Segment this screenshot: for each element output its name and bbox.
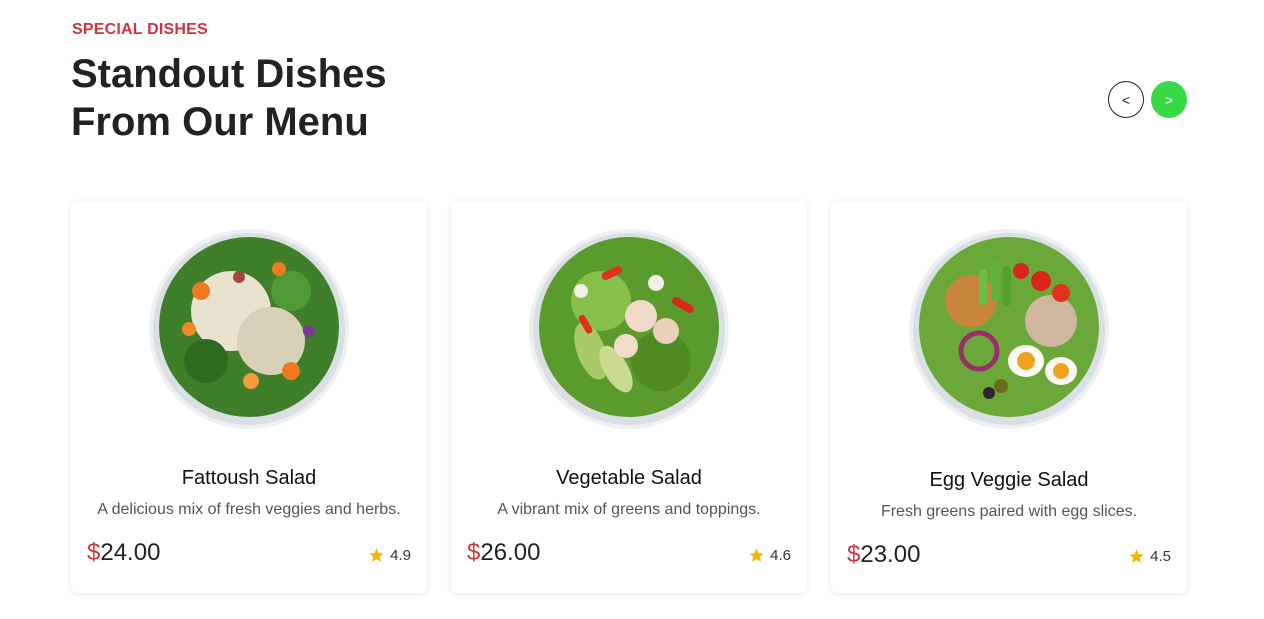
star-icon bbox=[369, 548, 384, 562]
section-eyebrow: SPECIAL DISHES bbox=[72, 21, 208, 38]
rating-value: 4.5 bbox=[1150, 548, 1171, 565]
carousel-next-button[interactable]: > bbox=[1151, 81, 1187, 118]
rating-value: 4.9 bbox=[390, 547, 411, 564]
price-currency: $ bbox=[87, 539, 101, 566]
carousel-prev-button[interactable]: < bbox=[1108, 81, 1144, 118]
dish-price: $23.00 bbox=[847, 541, 920, 569]
price-amount: 23.00 bbox=[860, 541, 921, 568]
section-title: Standout Dishes From Our Menu bbox=[71, 50, 387, 146]
dish-price: $26.00 bbox=[467, 539, 540, 567]
dish-name: Vegetable Salad bbox=[556, 467, 702, 489]
dish-card[interactable]: Vegetable Salad A vibrant mix of greens … bbox=[451, 201, 807, 593]
dish-image bbox=[909, 229, 1109, 429]
dish-rating: 4.6 bbox=[748, 547, 791, 564]
dish-card[interactable]: Egg Veggie Salad Fresh greens paired wit… bbox=[831, 201, 1187, 593]
dish-description: Fresh greens paired with egg slices. bbox=[880, 503, 1138, 520]
price-amount: 24.00 bbox=[100, 539, 161, 566]
price-currency: $ bbox=[467, 539, 481, 566]
section-title-line-2: From Our Menu bbox=[71, 100, 369, 144]
star-icon bbox=[749, 548, 764, 562]
dish-rating: 4.5 bbox=[1128, 548, 1171, 565]
dish-image bbox=[529, 229, 729, 429]
price-currency: $ bbox=[847, 541, 861, 568]
star-icon bbox=[1129, 549, 1144, 563]
dish-description: A vibrant mix of greens and toppings. bbox=[497, 501, 761, 518]
rating-value: 4.6 bbox=[770, 547, 791, 564]
price-amount: 26.00 bbox=[480, 539, 541, 566]
dish-name: Egg Veggie Salad bbox=[929, 469, 1089, 491]
dish-name: Fattoush Salad bbox=[181, 467, 317, 489]
dish-image bbox=[149, 229, 349, 429]
dish-card[interactable]: Fattoush Salad A delicious mix of fresh … bbox=[71, 201, 427, 593]
section-title-line-1: Standout Dishes bbox=[71, 52, 387, 96]
dish-description: A delicious mix of fresh veggies and her… bbox=[97, 501, 401, 518]
dish-rating: 4.9 bbox=[368, 547, 411, 564]
dish-price: $24.00 bbox=[87, 539, 160, 567]
